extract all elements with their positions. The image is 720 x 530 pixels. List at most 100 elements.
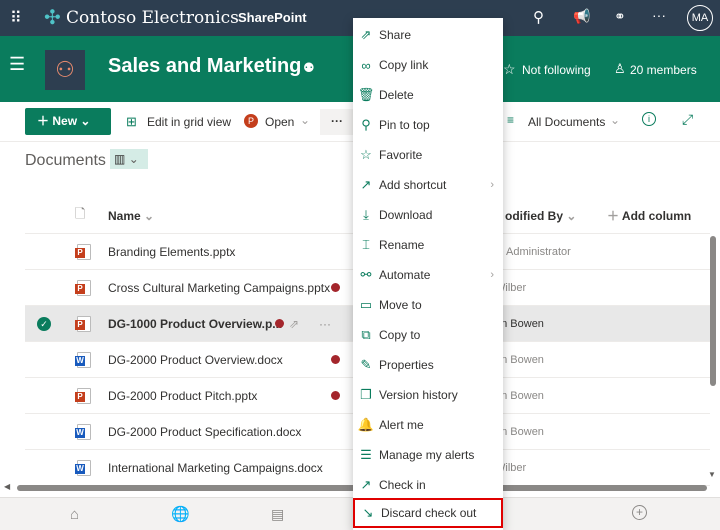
file-name[interactable]: Cross Cultural Marketing Campaigns.pptx — [108, 281, 330, 295]
menu-item-manage-my-alerts[interactable]: ☰ Manage my alerts — [353, 440, 503, 470]
app-launcher-icon[interactable]: ⠿ — [10, 8, 22, 28]
checkin-icon: ↗ — [360, 477, 372, 492]
menu-item-label: Delete — [379, 88, 414, 102]
pencil-icon: ✎ — [360, 357, 372, 372]
docx-icon: W — [75, 351, 91, 368]
history-icon: ❐ — [360, 387, 372, 402]
menu-item-label: Properties — [379, 358, 434, 372]
star-icon: ☆ — [360, 147, 372, 162]
menu-item-label: Manage my alerts — [379, 448, 475, 462]
link-icon: ∞ — [361, 57, 371, 73]
docx-icon: W — [75, 459, 91, 476]
app-name[interactable]: SharePoint — [238, 10, 307, 25]
search-icon[interactable]: ⚲ — [533, 8, 544, 26]
scroll-left-icon[interactable]: ◀ — [4, 482, 10, 491]
more-actions-button[interactable]: ··· — [320, 109, 354, 135]
checked-out-icon — [331, 355, 340, 364]
trash-icon: 🗑 — [357, 87, 375, 102]
menu-item-download[interactable]: ⤓ Download — [353, 200, 503, 230]
site-title[interactable]: Sales and Marketing — [108, 55, 301, 78]
file-name[interactable]: International Marketing Campaigns.docx — [108, 461, 323, 475]
info-icon[interactable]: i — [642, 112, 656, 126]
open-button[interactable]: Open — [265, 115, 294, 129]
column-modified-by[interactable]: Modified By ⌄ — [505, 209, 576, 223]
menu-item-share[interactable]: ⇗ Share — [353, 20, 503, 50]
menu-item-alert-me[interactable]: 🔔 Alert me — [353, 410, 503, 440]
teams-icon[interactable]: ⚉ — [303, 60, 315, 76]
menu-item-label: Check in — [379, 478, 426, 492]
menu-item-label: Version history — [379, 388, 458, 402]
view-list-icon: ≡ — [507, 113, 515, 127]
menu-item-label: Copy to — [379, 328, 421, 342]
grid-icon: ⊞ — [126, 114, 137, 129]
pptx-icon: P — [75, 315, 91, 332]
file-name[interactable]: DG-2000 Product Pitch.pptx — [108, 389, 257, 403]
menu-item-copy-link[interactable]: ∞ Copy link — [353, 50, 503, 80]
menu-item-version-history[interactable]: ❐ Version history — [353, 380, 503, 410]
menu-item-copy-to[interactable]: ⧉ Copy to — [353, 320, 503, 350]
home-icon[interactable]: ⌂ — [70, 506, 79, 523]
contoso-logo-icon: ✣ — [44, 7, 61, 29]
hamburger-icon[interactable]: ☰ — [9, 54, 25, 75]
more-icon[interactable]: ··· — [652, 7, 666, 23]
sitemap-icon[interactable]: ⚭ — [614, 8, 626, 25]
expand-icon[interactable]: ⤢ — [682, 111, 693, 128]
modified-by: O Administrator — [495, 245, 571, 258]
menu-item-label: Share — [379, 28, 412, 42]
menu-item-automate[interactable]: ⚯ Automate › — [353, 260, 503, 290]
megaphone-icon[interactable]: 📢 — [573, 8, 590, 25]
members-button[interactable]: 20 members — [630, 63, 697, 77]
menu-item-move-to[interactable]: ▭ Move to — [353, 290, 503, 320]
menu-item-favorite[interactable]: ☆ Favorite — [353, 140, 503, 170]
menu-item-discard-check-out[interactable]: ↘ Discard check out — [353, 498, 503, 528]
flow-icon: ⚯ — [360, 267, 372, 282]
menu-item-label: Copy link — [379, 58, 429, 72]
new-label: New — [52, 114, 78, 128]
news-icon[interactable]: ▤ — [271, 506, 284, 523]
file-name[interactable]: DG-2000 Product Overview.docx — [108, 353, 283, 367]
file-name[interactable]: Branding Elements.pptx — [108, 245, 235, 259]
menu-item-label: Rename — [379, 238, 425, 252]
library-view-switcher[interactable]: ▥ ⌄ — [110, 149, 148, 169]
menu-item-properties[interactable]: ✎ Properties — [353, 350, 503, 380]
menu-item-label: Alert me — [379, 418, 424, 432]
share-icon[interactable]: ⇗ — [289, 317, 299, 331]
globe-icon[interactable]: 🌐 — [171, 505, 190, 523]
pptx-icon: P — [75, 279, 91, 296]
add-icon[interactable]: + — [632, 505, 647, 520]
avatar[interactable]: MA — [687, 5, 713, 31]
new-button[interactable]: ＋ New ⌄ — [25, 108, 111, 135]
edit-grid-button[interactable]: Edit in grid view — [147, 115, 231, 129]
copy-icon: ⧉ — [361, 327, 371, 342]
file-name[interactable]: DG-2000 Product Specification.docx — [108, 425, 301, 439]
menu-item-add-shortcut[interactable]: ↗ Add shortcut › — [353, 170, 503, 200]
chevron-down-icon: ⌄ — [300, 113, 311, 127]
selected-check-icon[interactable]: ✓ — [37, 316, 51, 331]
column-name[interactable]: Name ⌄ — [108, 209, 154, 223]
chevron-right-icon: › — [490, 269, 494, 281]
menu-item-delete[interactable]: 🗑 Delete — [353, 80, 503, 110]
follow-button[interactable]: Not following — [522, 63, 591, 77]
checked-out-icon — [331, 391, 340, 400]
brand-name[interactable]: Contoso Electronics — [66, 8, 239, 28]
library-icon: ▥ — [114, 152, 126, 166]
add-column-button[interactable]: ＋ Add column — [607, 207, 691, 224]
menu-item-label: Automate — [379, 268, 431, 282]
more-icon[interactable]: ··· — [319, 317, 331, 331]
shortcut-icon: ↗ — [360, 177, 372, 192]
file-name[interactable]: DG-1000 Product Overview.p... — [108, 317, 282, 331]
chevron-down-icon: ⌄ — [80, 114, 91, 128]
checked-out-icon — [275, 319, 284, 328]
menu-item-check-in[interactable]: ↗ Check in — [353, 470, 503, 500]
powerpoint-icon: P — [244, 114, 258, 128]
members-icon: ♙ — [614, 61, 626, 76]
scroll-down-icon[interactable]: ▼ — [708, 470, 716, 479]
menu-item-label: Add shortcut — [379, 178, 447, 192]
chevron-down-icon: ⌄ — [128, 152, 139, 166]
site-logo: ⚇ — [45, 50, 85, 90]
view-selector[interactable]: All Documents — [528, 115, 605, 129]
vertical-scrollbar[interactable] — [710, 236, 716, 386]
menu-item-rename[interactable]: ⌶ Rename — [353, 230, 503, 260]
menu-item-pin-to-top[interactable]: ⚲ Pin to top — [353, 110, 503, 140]
chevron-right-icon: › — [490, 179, 494, 191]
